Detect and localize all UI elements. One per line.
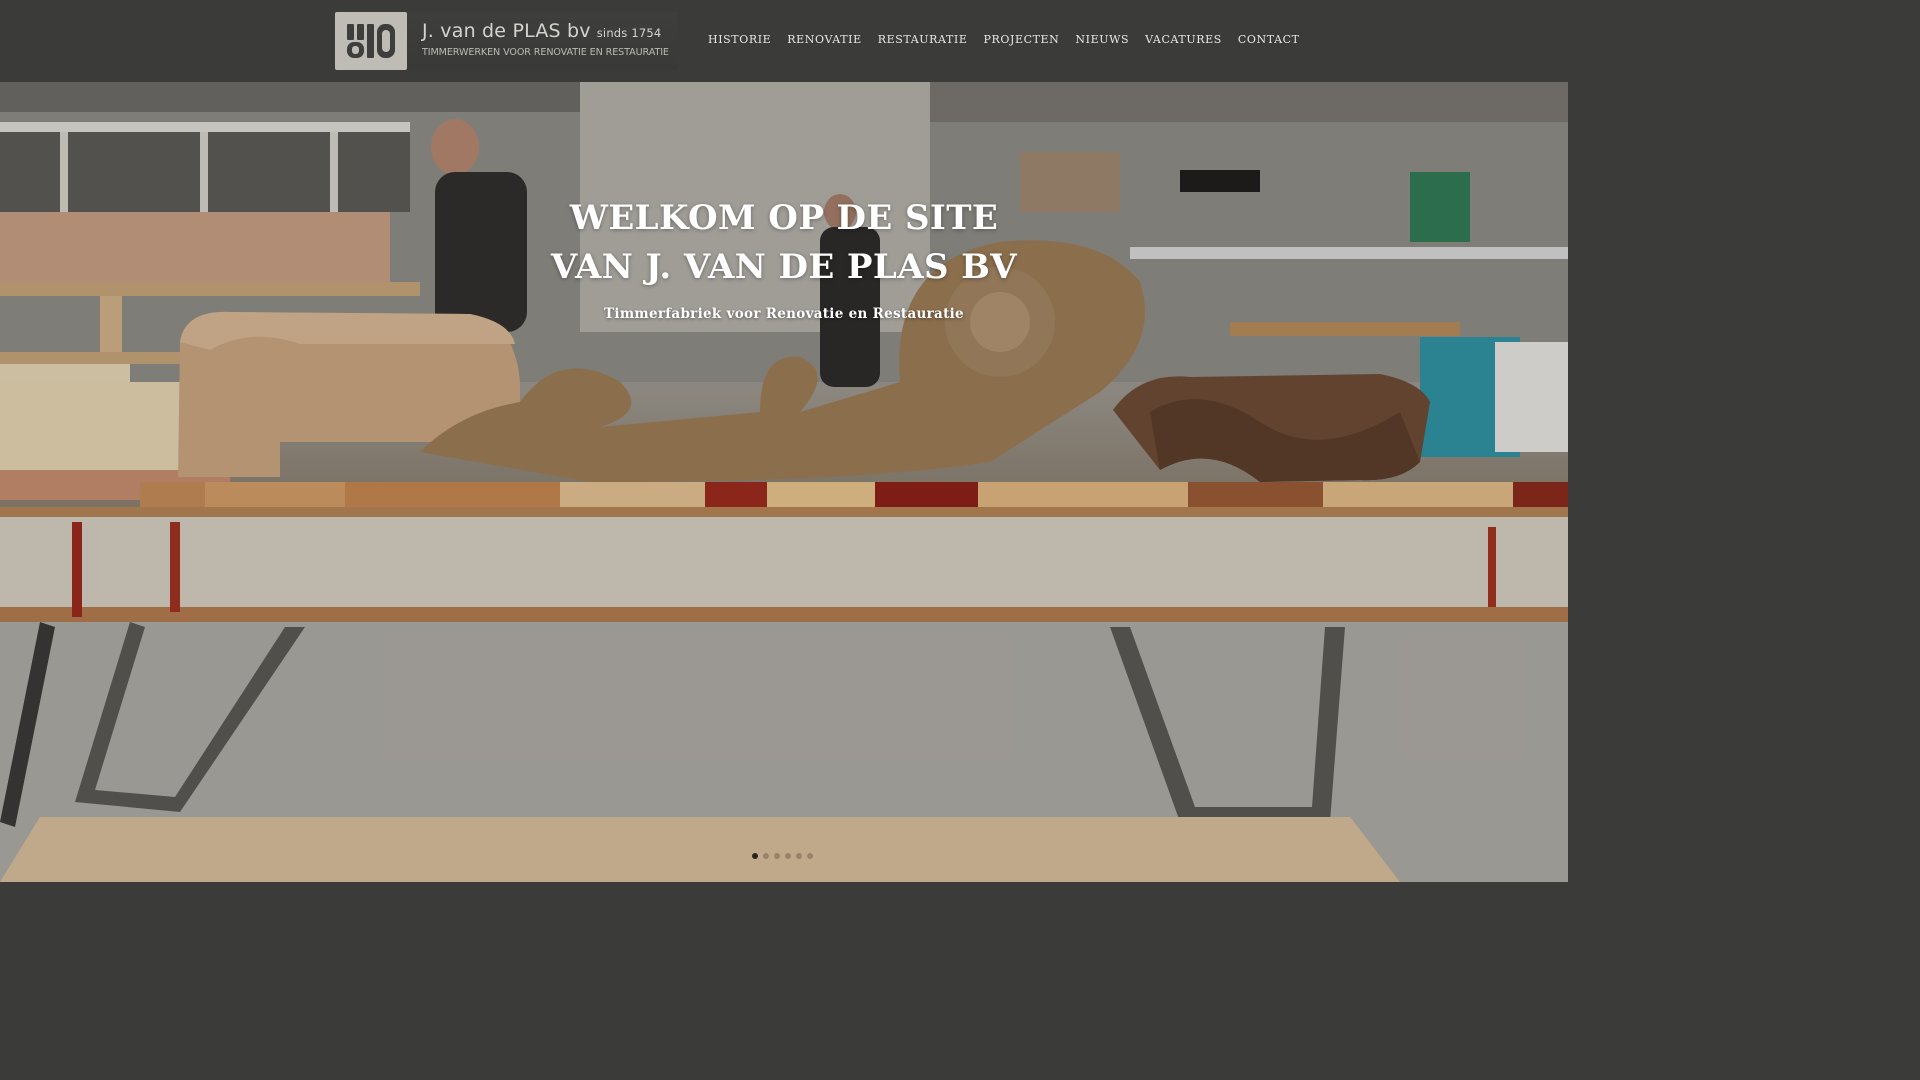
nav-item-historie[interactable]: HISTORIE [708,33,779,46]
nav-item-vacatures[interactable]: VACATURES [1137,33,1230,46]
slider-dot-5[interactable] [796,853,802,859]
slider-dot-1[interactable] [752,853,758,859]
brand-since: sinds 1754 [596,26,662,40]
hero-slider: WELKOM OP DE SITE VAN J. VAN DE PLAS BV … [0,82,1568,882]
hero-title-line2: VAN J. VAN DE PLAS BV [550,247,1018,287]
hero-subtitle: Timmerfabriek voor Renovatie en Restaura… [604,306,964,322]
brand-name: J. van de PLAS bv sinds 1754 [422,20,661,42]
site-logo[interactable]: J. van de PLAS bv sinds 1754 TIMMERWERKEN… [335,12,677,70]
brand-name-text: J. van de PLAS bv [422,20,591,42]
slider-dot-2[interactable] [763,853,769,859]
hero-title: WELKOM OP DE SITE VAN J. VAN DE PLAS BV [0,194,1568,292]
brand-tagline: TIMMERWERKEN VOOR RENOVATIE EN RESTAURAT… [422,47,669,58]
slider-pagination [752,853,813,859]
site-header: J. van de PLAS bv sinds 1754 TIMMERWERKEN… [0,0,1568,82]
slider-dot-4[interactable] [785,853,791,859]
main-nav: HISTORIE RENOVATIE RESTAURATIE PROJECTEN… [708,33,1308,46]
logo-mark-icon [335,12,407,70]
nav-item-projecten[interactable]: PROJECTEN [975,33,1067,46]
slider-dot-3[interactable] [774,853,780,859]
hero-title-line1: WELKOM OP DE SITE [569,198,999,238]
nav-item-nieuws[interactable]: NIEUWS [1067,33,1137,46]
nav-item-restauratie[interactable]: RESTAURATIE [870,33,976,46]
nav-item-renovatie[interactable]: RENOVATIE [779,33,869,46]
nav-item-contact[interactable]: CONTACT [1230,33,1308,46]
slider-dot-6[interactable] [807,853,813,859]
